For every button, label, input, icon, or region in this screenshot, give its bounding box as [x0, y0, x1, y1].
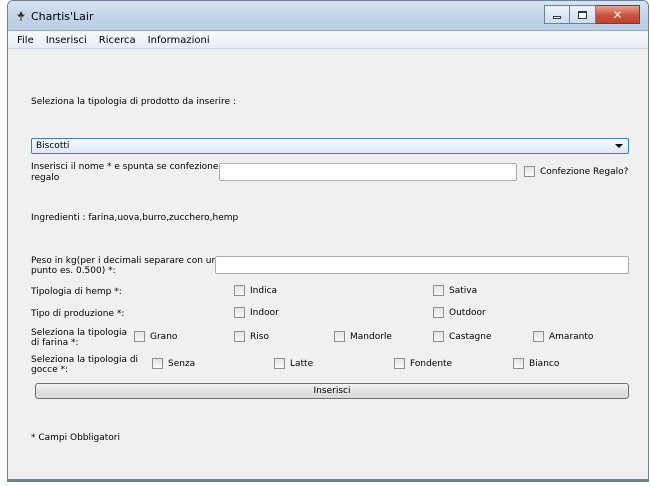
weight-input[interactable] — [215, 256, 629, 274]
checkbox-box[interactable] — [433, 331, 444, 342]
checkbox-label: Mandorle — [350, 331, 392, 342]
required-fields-note: * Campi Obbligatori — [31, 433, 120, 443]
production-label: Tipo di produzione *: — [31, 309, 125, 319]
checkbox-label: Senza — [168, 358, 196, 369]
production-outdoor-checkbox[interactable]: Outdoor — [433, 307, 486, 318]
checkbox-box[interactable] — [433, 307, 444, 318]
menu-ricerca[interactable]: Ricerca — [99, 35, 136, 46]
checkbox-box[interactable] — [234, 331, 245, 342]
checkbox-label: Sativa — [449, 285, 478, 296]
weight-label: Peso in kg(per i decimali separare con u… — [31, 256, 218, 266]
maximize-button[interactable] — [570, 5, 596, 24]
cannabis-leaf-icon — [17, 11, 25, 21]
chevron-down-icon — [615, 144, 623, 148]
title-bar[interactable]: Chartis'Lair ✕ — [8, 1, 648, 31]
checkbox-label: Grano — [150, 331, 178, 342]
minimize-icon — [553, 16, 561, 19]
checkbox-label: Riso — [250, 331, 269, 342]
checkbox-box[interactable] — [394, 358, 405, 369]
checkbox-box[interactable] — [433, 285, 444, 296]
flour-mandorle-checkbox[interactable]: Mandorle — [334, 331, 392, 342]
drops-latte-checkbox[interactable]: Latte — [274, 358, 313, 369]
checkbox-box[interactable] — [334, 331, 345, 342]
ingredients-text: Ingredienti : farina,uova,burro,zucchero… — [31, 213, 239, 223]
menu-informazioni[interactable]: Informazioni — [148, 35, 210, 46]
drops-fondente-checkbox[interactable]: Fondente — [394, 358, 452, 369]
checkbox-label: Bianco — [529, 358, 560, 369]
gift-checkbox-label: Confezione Regalo? — [540, 166, 629, 177]
checkbox-box[interactable] — [134, 331, 145, 342]
flour-label-line2: di farina *: — [31, 338, 79, 348]
close-icon: ✕ — [612, 7, 623, 22]
product-type-value: Biscotti — [36, 141, 70, 151]
checkbox-label: Latte — [290, 358, 314, 369]
production-indoor-checkbox[interactable]: Indoor — [234, 307, 279, 318]
flour-riso-checkbox[interactable]: Riso — [234, 331, 269, 342]
checkbox-box[interactable] — [513, 358, 524, 369]
flour-label: Seleziona la tipologia — [31, 328, 127, 338]
drops-bianco-checkbox[interactable]: Bianco — [513, 358, 559, 369]
flour-grano-checkbox[interactable]: Grano — [134, 331, 177, 342]
checkbox-label: Castagne — [449, 331, 492, 342]
checkbox-box[interactable] — [152, 358, 163, 369]
window-title: Chartis'Lair — [31, 10, 94, 23]
checkbox-label: Indoor — [250, 307, 279, 318]
name-label-line2: regalo — [31, 173, 60, 183]
minimize-button[interactable] — [544, 5, 570, 24]
drops-label-line2: gocce *: — [31, 365, 69, 375]
checkbox-box[interactable] — [234, 285, 245, 296]
checkbox-label: Indica — [250, 285, 278, 296]
hemp-indica-checkbox[interactable]: Indica — [234, 285, 277, 296]
app-window: Chartis'Lair ✕ File Inserisci Ricerca In… — [7, 0, 649, 482]
checkbox-label: Amaranto — [549, 331, 594, 342]
hemp-label: Tipologia di hemp *: — [31, 287, 122, 297]
drops-senza-checkbox[interactable]: Senza — [152, 358, 195, 369]
hemp-sativa-checkbox[interactable]: Sativa — [433, 285, 477, 296]
product-type-label: Seleziona la tipologia di prodotto da in… — [31, 97, 236, 107]
weight-label-line2: punto es. 0.500) *: — [31, 266, 116, 276]
window-bottom-border — [8, 479, 648, 481]
menu-file[interactable]: File — [17, 35, 34, 46]
flour-castagne-checkbox[interactable]: Castagne — [433, 331, 492, 342]
checkbox-box[interactable] — [274, 358, 285, 369]
window-controls: ✕ — [544, 5, 640, 24]
checkbox-label: Outdoor — [449, 307, 486, 318]
name-input[interactable] — [219, 163, 517, 181]
checkbox-label: Fondente — [410, 358, 453, 369]
gift-checkbox-box[interactable] — [524, 166, 535, 177]
close-button[interactable]: ✕ — [596, 5, 640, 24]
maximize-icon — [578, 10, 587, 19]
insert-button[interactable]: Inserisci — [35, 383, 629, 399]
menu-inserisci[interactable]: Inserisci — [46, 35, 87, 46]
menu-bar: File Inserisci Ricerca Informazioni — [8, 32, 648, 49]
drops-label: Seleziona la tipologia di — [31, 355, 139, 365]
flour-amaranto-checkbox[interactable]: Amaranto — [533, 331, 593, 342]
checkbox-box[interactable] — [533, 331, 544, 342]
checkbox-box[interactable] — [234, 307, 245, 318]
name-label: Inserisci il nome * e spunta se confezio… — [31, 162, 219, 172]
gift-checkbox[interactable]: Confezione Regalo? — [524, 166, 628, 177]
product-type-select[interactable]: Biscotti — [31, 138, 629, 154]
